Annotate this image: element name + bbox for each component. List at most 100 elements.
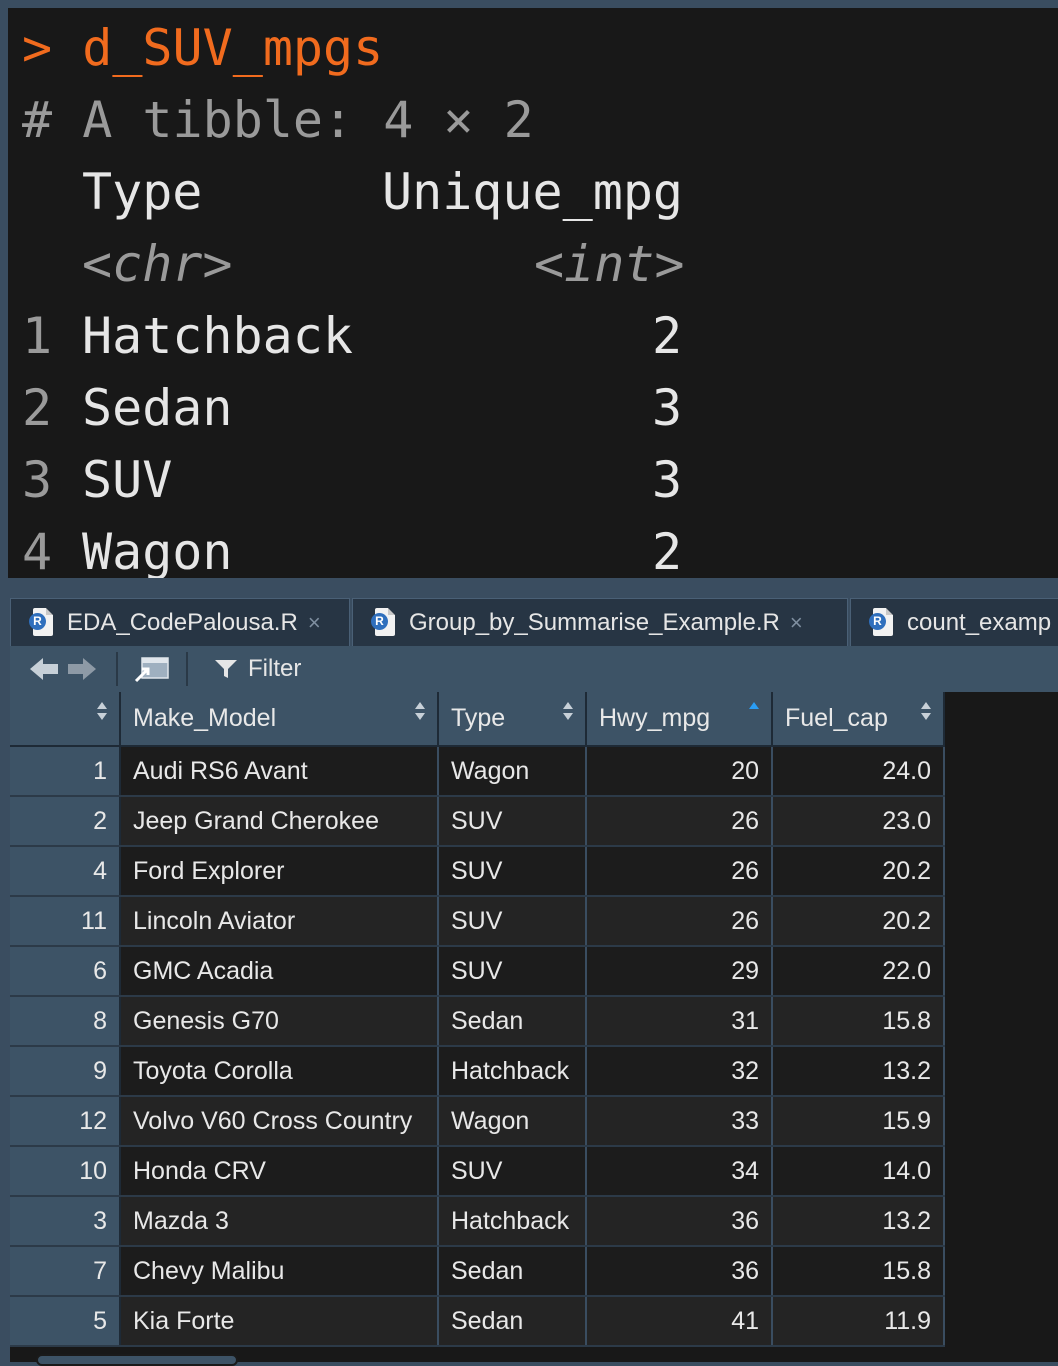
cell-type[interactable]: SUV <box>438 896 587 947</box>
tab-label: count_examp <box>907 608 1052 636</box>
table-row[interactable]: 9 Toyota Corolla Hatchback 32 13.2 <box>10 1046 945 1097</box>
row-number: 11 <box>10 896 121 947</box>
back-button[interactable] <box>28 654 60 684</box>
table-row[interactable]: 4 Ford Explorer SUV 26 20.2 <box>10 846 945 897</box>
cell-hwy-mpg[interactable]: 34 <box>586 1146 773 1197</box>
cell-type[interactable]: Wagon <box>438 746 587 797</box>
row-number-header[interactable] <box>10 692 121 747</box>
filter-button[interactable]: Filter <box>214 654 301 684</box>
cell-hwy-mpg[interactable]: 41 <box>586 1296 773 1347</box>
close-icon[interactable]: × <box>790 610 803 636</box>
console-command-line: > d_SUV_mpgs <box>22 12 383 84</box>
cell-make-model[interactable]: Audi RS6 Avant <box>120 746 439 797</box>
cell-type[interactable]: Hatchback <box>438 1196 587 1247</box>
column-header-fuel-cap[interactable]: Fuel_cap <box>772 692 945 747</box>
column-header-label: Hwy_mpg <box>599 704 711 732</box>
table-row[interactable]: 1 Audi RS6 Avant Wagon 20 24.0 <box>10 746 945 797</box>
cell-make-model[interactable]: Honda CRV <box>120 1146 439 1197</box>
cell-make-model[interactable]: GMC Acadia <box>120 946 439 997</box>
cell-fuel-cap[interactable]: 23.0 <box>772 796 945 847</box>
horizontal-scrollbar[interactable] <box>36 1354 238 1366</box>
cell-fuel-cap[interactable]: 11.9 <box>772 1296 945 1347</box>
close-icon[interactable]: × <box>308 610 321 636</box>
cell-type[interactable]: Hatchback <box>438 1046 587 1097</box>
table-row[interactable]: 10 Honda CRV SUV 34 14.0 <box>10 1146 945 1197</box>
cell-make-model[interactable]: Volvo V60 Cross Country <box>120 1096 439 1147</box>
console-row-index: 2 <box>22 379 53 437</box>
cell-fuel-cap[interactable]: 13.2 <box>772 1046 945 1097</box>
r-file-icon: R <box>869 607 893 638</box>
table-row[interactable]: 2 Jeep Grand Cherokee SUV 26 23.0 <box>10 796 945 847</box>
cell-type[interactable]: SUV <box>438 846 587 897</box>
cell-hwy-mpg[interactable]: 20 <box>586 746 773 797</box>
sort-icon <box>415 702 425 720</box>
cell-make-model[interactable]: Mazda 3 <box>120 1196 439 1247</box>
cell-type[interactable]: Sedan <box>438 996 587 1047</box>
cell-hwy-mpg[interactable]: 29 <box>586 946 773 997</box>
console-row-value: 3 <box>652 379 683 437</box>
cell-type[interactable]: SUV <box>438 1146 587 1197</box>
cell-fuel-cap[interactable]: 20.2 <box>772 896 945 947</box>
cell-fuel-cap[interactable]: 20.2 <box>772 846 945 897</box>
table-row[interactable]: 3 Mazda 3 Hatchback 36 13.2 <box>10 1196 945 1247</box>
cell-type[interactable]: SUV <box>438 946 587 997</box>
editor-tab-bar: R EDA_CodePalousa.R × R Group_by_Summari… <box>0 578 1058 646</box>
column-header-make-model[interactable]: Make_Model <box>120 692 439 747</box>
cell-hwy-mpg[interactable]: 26 <box>586 896 773 947</box>
sort-ascending-icon <box>749 702 759 713</box>
cell-make-model[interactable]: Toyota Corolla <box>120 1046 439 1097</box>
cell-hwy-mpg[interactable]: 32 <box>586 1046 773 1097</box>
cell-make-model[interactable]: Ford Explorer <box>120 846 439 897</box>
console-row-value: 2 <box>652 307 683 365</box>
filter-funnel-icon <box>215 660 237 678</box>
table-row[interactable]: 8 Genesis G70 Sedan 31 15.8 <box>10 996 945 1047</box>
cell-fuel-cap[interactable]: 15.8 <box>772 1246 945 1297</box>
console-row-type: Wagon <box>82 523 233 578</box>
cell-make-model[interactable]: Genesis G70 <box>120 996 439 1047</box>
row-number: 5 <box>10 1296 121 1347</box>
cell-hwy-mpg[interactable]: 36 <box>586 1196 773 1247</box>
data-table: Make_Model Type Hwy_mpg Fuel_cap 1 Audi R <box>10 692 945 1347</box>
show-in-window-button[interactable] <box>134 654 170 684</box>
cell-hwy-mpg[interactable]: 36 <box>586 1246 773 1297</box>
cell-make-model[interactable]: Jeep Grand Cherokee <box>120 796 439 847</box>
toolbar-divider <box>186 652 188 686</box>
column-header-hwy-mpg[interactable]: Hwy_mpg <box>586 692 773 747</box>
tab-count-example[interactable]: R count_examp <box>850 598 1058 646</box>
cell-fuel-cap[interactable]: 24.0 <box>772 746 945 797</box>
cell-fuel-cap[interactable]: 15.9 <box>772 1096 945 1147</box>
cell-make-model[interactable]: Chevy Malibu <box>120 1246 439 1297</box>
cell-make-model[interactable]: Lincoln Aviator <box>120 896 439 947</box>
cell-hwy-mpg[interactable]: 26 <box>586 846 773 897</box>
cell-hwy-mpg[interactable]: 26 <box>586 796 773 847</box>
console-row-value: 3 <box>652 451 683 509</box>
cell-hwy-mpg[interactable]: 33 <box>586 1096 773 1147</box>
table-row[interactable]: 7 Chevy Malibu Sedan 36 15.8 <box>10 1246 945 1297</box>
table-row[interactable]: 6 GMC Acadia SUV 29 22.0 <box>10 946 945 997</box>
table-row[interactable]: 12 Volvo V60 Cross Country Wagon 33 15.9 <box>10 1096 945 1147</box>
cell-fuel-cap[interactable]: 15.8 <box>772 996 945 1047</box>
viewer-toolbar: Filter <box>10 646 1058 693</box>
cell-fuel-cap[interactable]: 13.2 <box>772 1196 945 1247</box>
table-row[interactable]: 5 Kia Forte Sedan 41 11.9 <box>10 1296 945 1347</box>
header-row: Make_Model Type Hwy_mpg Fuel_cap <box>10 692 945 747</box>
cell-type[interactable]: Wagon <box>438 1096 587 1147</box>
table-row[interactable]: 11 Lincoln Aviator SUV 26 20.2 <box>10 896 945 947</box>
row-number: 12 <box>10 1096 121 1147</box>
arrow-right-icon <box>68 658 96 680</box>
cell-type[interactable]: Sedan <box>438 1246 587 1297</box>
console-row-type: SUV <box>82 451 173 509</box>
console-row-index: 4 <box>22 523 53 578</box>
cell-hwy-mpg[interactable]: 31 <box>586 996 773 1047</box>
tab-eda-codepalousa[interactable]: R EDA_CodePalousa.R × <box>10 598 350 646</box>
column-header-type[interactable]: Type <box>438 692 587 747</box>
cell-type[interactable]: Sedan <box>438 1296 587 1347</box>
column-header-label: Type <box>451 704 506 732</box>
cell-fuel-cap[interactable]: 22.0 <box>772 946 945 997</box>
forward-button[interactable] <box>66 654 98 684</box>
cell-fuel-cap[interactable]: 14.0 <box>772 1146 945 1197</box>
cell-make-model[interactable]: Kia Forte <box>120 1296 439 1347</box>
tab-group-by-summarise[interactable]: R Group_by_Summarise_Example.R × <box>352 598 848 646</box>
grid-body: 1 Audi RS6 Avant Wagon 20 24.0 2 Jeep Grand C… <box>10 746 945 1347</box>
cell-type[interactable]: SUV <box>438 796 587 847</box>
